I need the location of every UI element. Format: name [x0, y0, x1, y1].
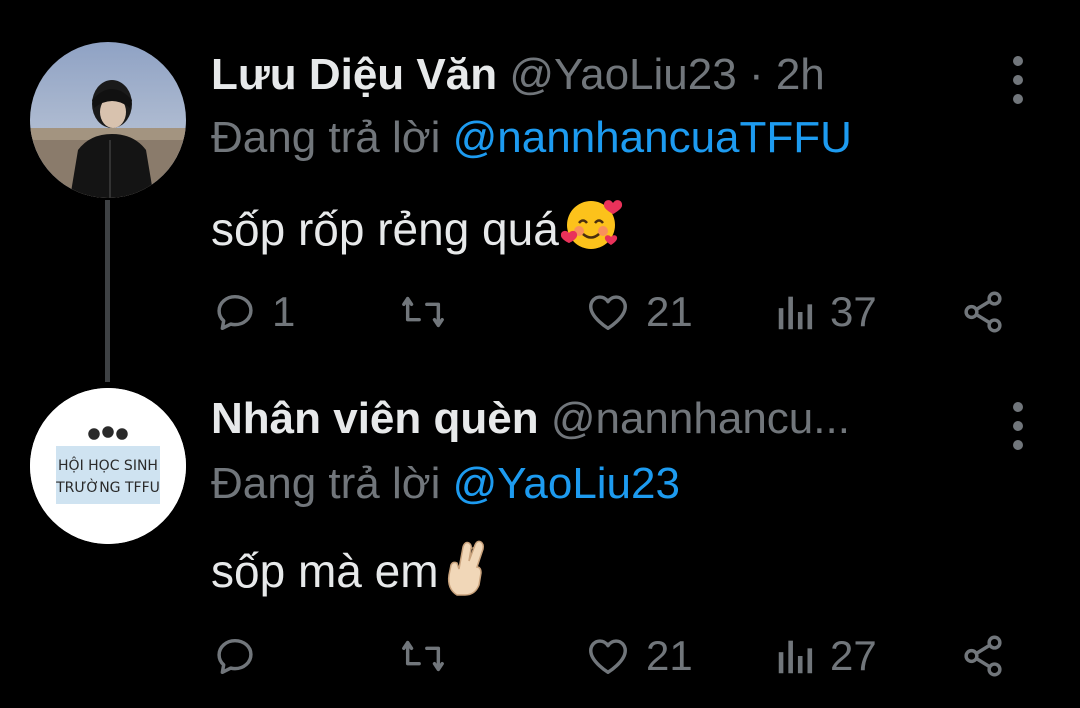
- views-count: 37: [830, 288, 877, 335]
- views-count: 27: [830, 632, 877, 679]
- more-icon-dot: [1013, 421, 1023, 431]
- tweet-actions: 1 21 37: [0, 282, 1080, 342]
- tweet-actions: 21 27: [0, 626, 1080, 686]
- views-icon: [778, 640, 813, 674]
- like-icon: [589, 639, 627, 675]
- more-icon-dot: [1013, 75, 1023, 85]
- like-icon: [589, 295, 627, 331]
- views-button[interactable]: 37: [776, 282, 877, 342]
- more-icon: [1013, 402, 1023, 412]
- replying-to-label: Đang trả lời: [211, 113, 441, 162]
- tweet-2[interactable]: HỘI HỌC SINH TRƯỜNG TFFU Nhân viên quèn …: [0, 380, 1080, 708]
- display-name[interactable]: Lưu Diệu Văn: [211, 50, 497, 99]
- avatar-nannhancua[interactable]: HỘI HỌC SINH TRƯỜNG TFFU: [30, 388, 186, 544]
- tweet-text: sốp rốp rẻng quá: [211, 193, 623, 266]
- share-icon: [964, 291, 1002, 333]
- tweet-header: Nhân viên quèn @nannhancu...: [211, 394, 850, 444]
- retweet-icon: [402, 296, 444, 328]
- more-options-button[interactable]: [1004, 56, 1032, 104]
- crossed-fingers-icon: [441, 537, 489, 608]
- share-button[interactable]: [960, 282, 1006, 342]
- retweet-button[interactable]: [398, 626, 462, 686]
- more-icon-dot: [1013, 440, 1023, 450]
- smiling-face-with-hearts-icon: [560, 193, 623, 266]
- like-button[interactable]: 21: [584, 282, 693, 342]
- separator-dot: ·: [748, 50, 764, 99]
- user-handle[interactable]: @YaoLiu23: [509, 50, 736, 99]
- replying-to-label: Đang trả lời: [211, 459, 441, 508]
- tweet-text-content: sốp rốp rẻng quá: [211, 203, 559, 255]
- avatar-yaoliu[interactable]: [30, 42, 186, 198]
- avatar-line-1: HỘI HỌC SINH: [58, 456, 158, 474]
- timestamp[interactable]: 2h: [776, 50, 825, 99]
- reply-button[interactable]: 1: [212, 282, 295, 342]
- mention-link[interactable]: @YaoLiu23: [453, 459, 680, 508]
- avatar-line-2: TRƯỜNG TFFU: [55, 478, 160, 496]
- more-icon-dot: [1013, 94, 1023, 104]
- more-options-button[interactable]: [1004, 402, 1032, 450]
- retweet-button[interactable]: [398, 282, 462, 342]
- retweet-icon: [402, 640, 444, 672]
- mention-link[interactable]: @nannhancuaTFFU: [453, 113, 852, 162]
- tweet-1[interactable]: Lưu Diệu Văn @YaoLiu23 · 2h Đang trả lời…: [0, 0, 1080, 382]
- like-count: 21: [646, 632, 693, 679]
- user-handle[interactable]: @nannhancu...: [551, 394, 850, 443]
- tweet-text-content: sốp mà em: [211, 545, 439, 597]
- replying-to: Đang trả lời @nannhancuaTFFU: [211, 113, 852, 163]
- like-count: 21: [646, 288, 693, 335]
- views-icon: [778, 296, 813, 330]
- share-icon: [964, 635, 1002, 677]
- avatar-logo-icon: HỘI HỌC SINH TRƯỜNG TFFU: [30, 388, 186, 544]
- more-icon: [1013, 56, 1023, 66]
- replying-to: Đang trả lời @YaoLiu23: [211, 459, 680, 509]
- like-button[interactable]: 21: [584, 626, 693, 686]
- reply-count: 1: [272, 288, 296, 335]
- display-name[interactable]: Nhân viên quèn: [211, 394, 539, 443]
- tweet-header: Lưu Diệu Văn @YaoLiu23 · 2h: [211, 50, 825, 100]
- views-button[interactable]: 27: [776, 626, 877, 686]
- share-button[interactable]: [960, 626, 1006, 686]
- reply-icon: [217, 638, 253, 675]
- avatar-photo-icon: [30, 42, 186, 198]
- reply-button[interactable]: [212, 626, 272, 686]
- reply-icon: [217, 294, 253, 331]
- tweet-text: sốp mà em: [211, 537, 489, 608]
